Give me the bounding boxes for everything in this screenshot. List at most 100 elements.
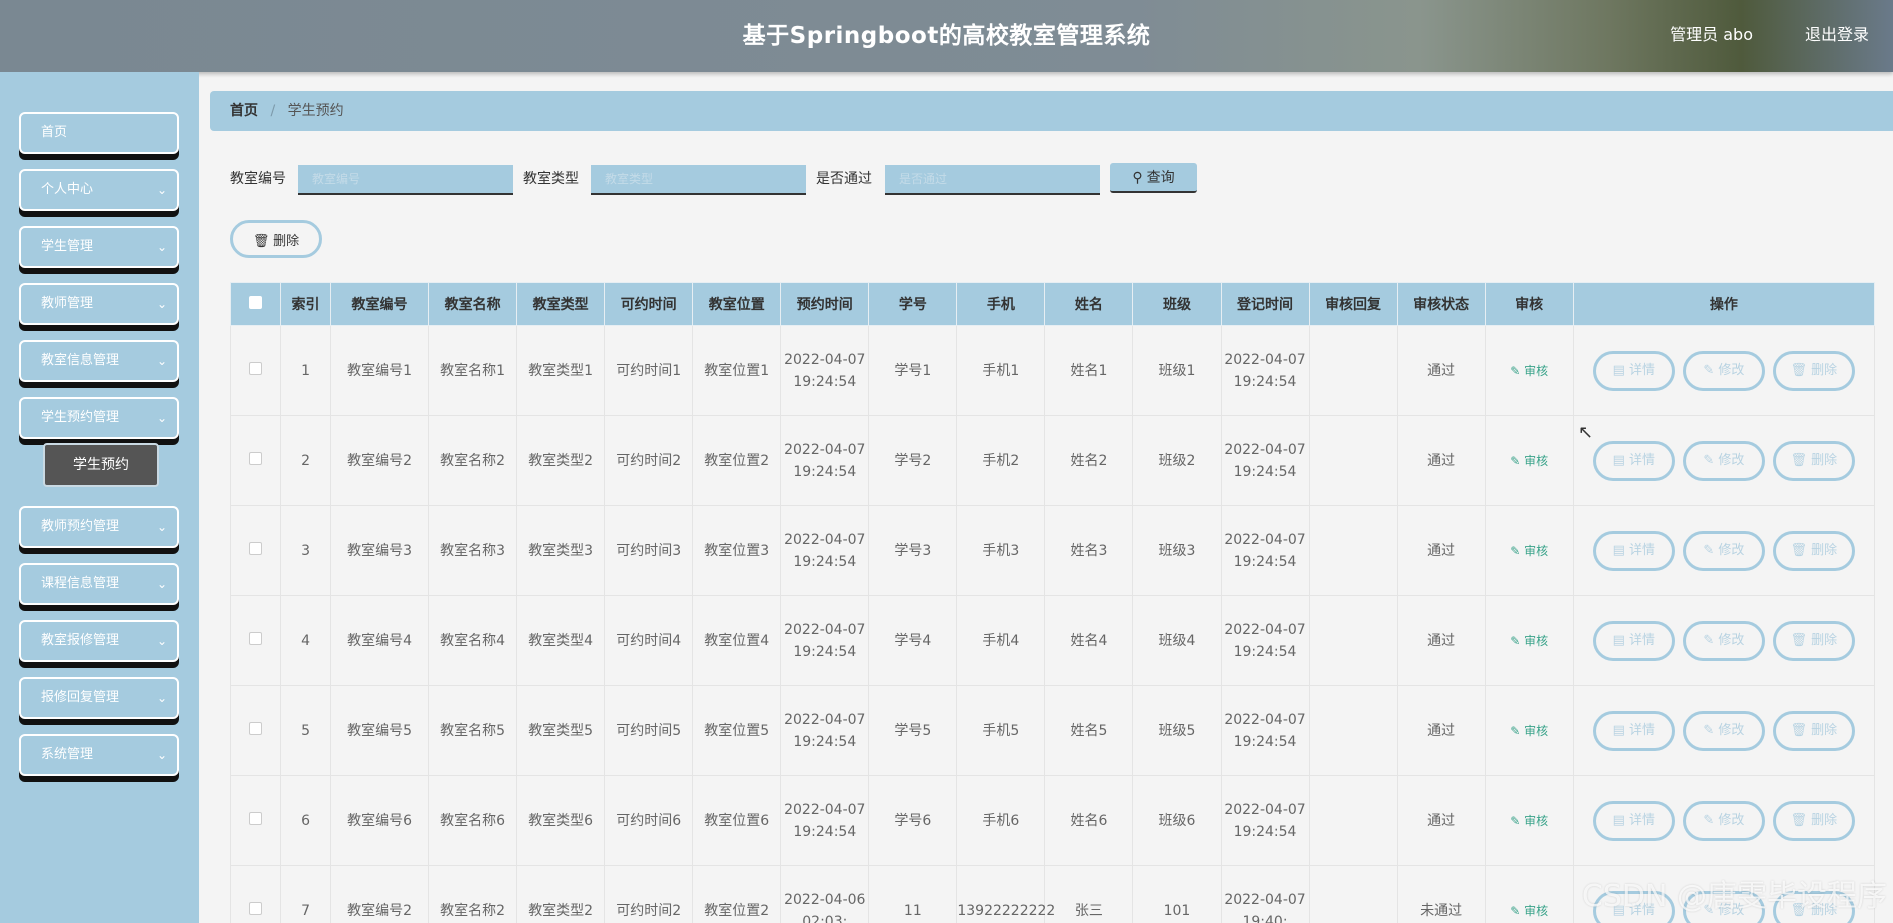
detail-button[interactable]: ▤ 详情 (1592, 620, 1675, 661)
audit-label: 审核 (1524, 813, 1549, 828)
document-icon: ▤ (1612, 362, 1625, 378)
audit-link[interactable]: ✎ 审核 (1510, 814, 1548, 828)
edit-button[interactable]: ✎ 修改 (1682, 350, 1765, 391)
row-checkbox[interactable] (249, 451, 262, 465)
column-header: 预约时间 (780, 282, 870, 326)
sidebar-item-teacher-management[interactable]: 教师管理 ⌄ (19, 283, 179, 325)
cell-room-type: 教室类型5 (516, 685, 606, 776)
room-type-input[interactable] (591, 165, 806, 195)
detail-button[interactable]: ▤ 详情 (1592, 530, 1675, 571)
row-checkbox[interactable] (249, 721, 262, 735)
row-select-cell[interactable] (230, 775, 282, 866)
select-all-header[interactable] (230, 282, 282, 326)
sidebar-item-classroom-info[interactable]: 教室信息管理 ⌄ (19, 340, 179, 382)
detail-label: 详情 (1629, 542, 1656, 558)
column-header: 登记时间 (1220, 282, 1310, 326)
cell-student-no: 11 (868, 865, 958, 923)
cell-status: 未通过 (1396, 865, 1486, 923)
column-header: 可约时间 (604, 282, 694, 326)
row-select-cell[interactable] (230, 325, 282, 416)
edit-label: 修改 (1718, 632, 1745, 648)
edit-button[interactable]: ✎ 修改 (1682, 710, 1765, 751)
audit-link[interactable]: ✎ 审核 (1510, 724, 1548, 738)
sidebar-item-label: 教室报修管理 (41, 633, 120, 648)
sidebar-item-teacher-booking[interactable]: 教师预约管理 ⌄ (19, 506, 179, 548)
cell-room-name: 教室名称2 (428, 415, 518, 506)
cell-room-no: 教室编号1 (330, 325, 430, 416)
cell-book-time: 2022-04-06 02:03: (780, 865, 870, 923)
row-checkbox[interactable] (249, 811, 262, 825)
trash-icon: 🗑 (1790, 362, 1808, 378)
audit-link[interactable]: ✎ 审核 (1510, 544, 1548, 558)
cell-avail: 可约时间2 (604, 865, 694, 923)
pencil-icon: ✎ (1510, 633, 1521, 648)
cell-audit: ✎ 审核 (1484, 685, 1574, 776)
sidebar-item-course-info[interactable]: 课程信息管理 ⌄ (19, 563, 179, 605)
sidebar-item-student-booking[interactable]: 学生预约管理 ⌄ (19, 397, 179, 439)
cell-operations: ▤ 详情 ✎ 修改 🗑 删除 (1572, 505, 1875, 596)
edit-button[interactable]: ✎ 修改 (1682, 530, 1765, 571)
cell-student-no: 学号3 (868, 505, 958, 596)
row-select-cell[interactable] (230, 865, 282, 923)
cell-status: 通过 (1396, 775, 1486, 866)
row-checkbox[interactable] (249, 631, 262, 645)
search-icon: ⚲ (1132, 169, 1143, 185)
row-select-cell[interactable] (230, 505, 282, 596)
audit-link[interactable]: ✎ 审核 (1510, 454, 1548, 468)
delete-button[interactable]: 🗑 删除 (1772, 710, 1855, 751)
detail-button[interactable]: ▤ 详情 (1592, 800, 1675, 841)
delete-button[interactable]: 🗑 删除 (1772, 350, 1855, 391)
batch-delete-button[interactable]: 🗑 删除 (230, 220, 322, 258)
edit-button[interactable]: ✎ 修改 (1682, 620, 1765, 661)
pencil-icon: ✎ (1510, 723, 1521, 738)
sidebar-item-system[interactable]: 系统管理 ⌄ (19, 734, 179, 776)
cell-reg-time: 2022-04-07 19:40: (1220, 865, 1310, 923)
audit-label: 审核 (1524, 903, 1549, 918)
row-select-cell[interactable] (230, 685, 282, 776)
audit-link[interactable]: ✎ 审核 (1510, 364, 1548, 378)
delete-button[interactable]: 🗑 删除 (1772, 800, 1855, 841)
delete-button[interactable]: 🗑 删除 (1772, 440, 1855, 481)
cell-reg-time: 2022-04-07 19:24:54 (1220, 595, 1310, 686)
cell-reg-time: 2022-04-07 19:24:54 (1220, 685, 1310, 776)
select-all-checkbox[interactable] (249, 295, 262, 309)
audit-link[interactable]: ✎ 审核 (1510, 904, 1548, 918)
sidebar-item-home[interactable]: 首页 (19, 112, 179, 154)
room-no-input[interactable] (298, 165, 513, 195)
search-button[interactable]: ⚲ 查询 (1110, 163, 1197, 193)
sidebar-item-repair-management[interactable]: 教室报修管理 ⌄ (19, 620, 179, 662)
passed-input[interactable] (885, 165, 1100, 195)
pencil-icon: ✎ (1510, 813, 1521, 828)
detail-button[interactable]: ▤ 详情 (1592, 710, 1675, 751)
cell-audit: ✎ 审核 (1484, 325, 1574, 416)
delete-button[interactable]: 🗑 删除 (1772, 620, 1855, 661)
audit-label: 审核 (1524, 633, 1549, 648)
sidebar-item-personal-center[interactable]: 个人中心 ⌄ (19, 169, 179, 211)
column-header: 教室名称 (428, 282, 518, 326)
sidebar-item-student-management[interactable]: 学生管理 ⌄ (19, 226, 179, 268)
row-select-cell[interactable] (230, 415, 282, 506)
cell-audit: ✎ 审核 (1484, 865, 1574, 923)
audit-link[interactable]: ✎ 审核 (1510, 634, 1548, 648)
sidebar-subitem-student-booking[interactable]: 学生预约 (43, 443, 159, 487)
table-row: 5 教室编号5 教室名称5 教室类型5 可约时间5 教室位置5 2022-04-07 19:… (230, 685, 1875, 776)
cell-location: 教室位置3 (692, 505, 782, 596)
row-checkbox[interactable] (249, 901, 262, 915)
logout-link[interactable]: 退出登录 (1805, 21, 1869, 45)
column-header: 索引 (280, 282, 332, 326)
pencil-icon: ✎ (1510, 363, 1521, 378)
cell-index: 6 (280, 775, 332, 866)
sidebar-item-repair-reply[interactable]: 报修回复管理 ⌄ (19, 677, 179, 719)
row-select-cell[interactable] (230, 595, 282, 686)
detail-button[interactable]: ▤ 详情 (1592, 440, 1675, 481)
row-checkbox[interactable] (249, 361, 262, 375)
edit-button[interactable]: ✎ 修改 (1682, 800, 1765, 841)
column-header: 审核状态 (1396, 282, 1486, 326)
audit-label: 审核 (1524, 363, 1549, 378)
detail-button[interactable]: ▤ 详情 (1592, 350, 1675, 391)
breadcrumb-home[interactable]: 首页 (230, 103, 258, 119)
row-checkbox[interactable] (249, 541, 262, 555)
edit-button[interactable]: ✎ 修改 (1682, 440, 1765, 481)
trash-icon: 🗑 (1790, 632, 1808, 648)
delete-button[interactable]: 🗑 删除 (1772, 530, 1855, 571)
